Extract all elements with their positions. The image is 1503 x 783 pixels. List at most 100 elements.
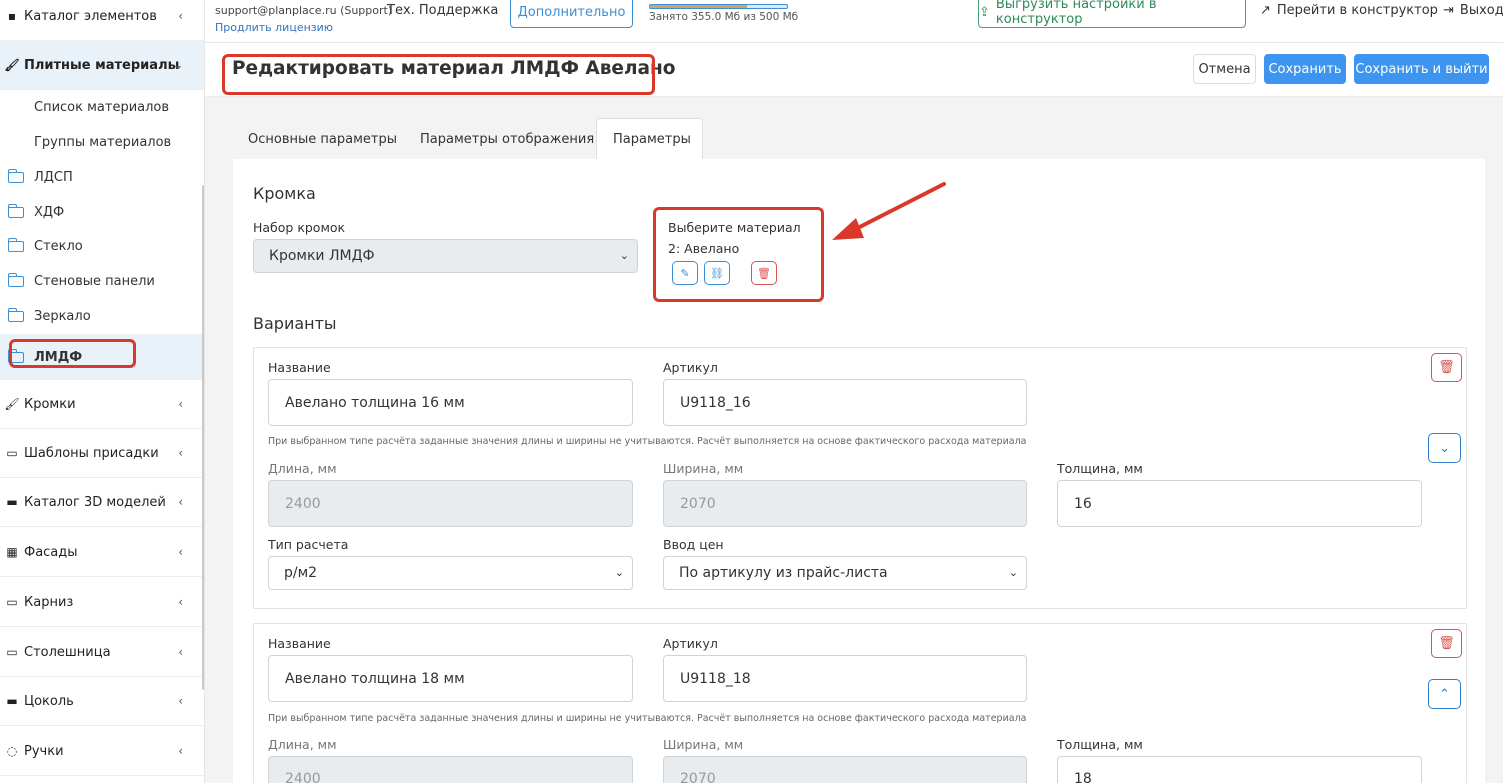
folder-icon [8,272,24,287]
variant-thickness-label: Толщина, мм [1057,737,1143,752]
delete-variant-button[interactable]: 🗑 [1431,353,1462,382]
tab-display-params[interactable]: Параметры отображения [404,118,610,160]
chevron-left-icon: ‹ [178,694,183,708]
variant-width-label: Ширина, мм [663,737,744,752]
variant-price-input-select[interactable]: По артикулу из прайс-листа ⌄ [663,556,1027,590]
variant-calc-type-select[interactable]: р/м2 ⌄ [268,556,633,590]
sidebar-item-material-groups[interactable]: Группы материалов [0,125,204,159]
sidebar-item-plate-materials[interactable]: 🖌 Плитные материалы ⌄ [0,41,204,90]
variant-length-input[interactable]: 2400 [268,756,633,783]
building-icon: ▦ [6,545,18,559]
sidebar-item-cornice[interactable]: ▭ Карниз ‹ [0,578,204,627]
variant-thickness-input[interactable]: 16 [1057,480,1422,527]
logout-link[interactable]: ⇥ Выход [1443,3,1503,18]
delete-variant-button[interactable]: 🗑 [1431,629,1462,658]
logout-icon: ⇥ [1443,3,1454,18]
cancel-button[interactable]: Отмена [1193,54,1256,84]
sidebar-item-plinth[interactable]: ▬ Цоколь ‹ [0,677,204,726]
chevron-left-icon: ‹ [178,744,183,758]
handle-icon: ◌ [6,744,18,758]
move-down-button[interactable]: ⌄ [1428,433,1461,463]
goto-constructor-link[interactable]: ↗ Перейти в конструктор [1260,3,1438,18]
upload-settings-button[interactable]: ⇪ Выгрузить настройки в конструктор [978,0,1246,28]
chevron-left-icon: ‹ [178,595,183,609]
variant-length-input[interactable]: 2400 [268,480,633,527]
tab-params[interactable]: Параметры [596,118,703,160]
sidebar-folder-wall-panels[interactable]: Стеновые панели [0,264,204,298]
brush-icon: 🖌 [4,58,20,72]
variant-calc-type-label: Тип расчета [268,537,349,552]
move-up-button[interactable]: ⌃ [1428,679,1461,709]
tab-main-params[interactable]: Основные параметры [232,118,413,160]
sidebar-item-facades[interactable]: ▦ Фасады ‹ [0,528,204,577]
chevron-left-icon: ‹ [178,9,183,23]
chevron-left-icon: ‹ [178,545,183,559]
sidebar-item-edges[interactable]: 🖌 Кромки ‹ [0,380,204,429]
sidebar-item-countertop[interactable]: ▭ Столешница ‹ [0,628,204,677]
annotation-box-title [222,54,655,95]
additional-button[interactable]: Дополнительно [510,0,633,28]
sidebar-item-drill-templates[interactable]: ▭ Шаблоны присадки ‹ [0,429,204,478]
sidebar-folder-ldsp[interactable]: ЛДСП [0,160,204,194]
sidebar-item-3d-catalog[interactable]: ▬ Каталог 3D моделей ‹ [0,478,204,527]
edge-set-label: Набор кромок [253,220,346,235]
sidebar-item-handles[interactable]: ◌ Ручки ‹ [0,727,204,776]
variants-section-title: Варианты [253,314,337,333]
variant-calc-hint: При выбранном типе расчёта заданные знач… [268,713,1027,724]
variant-length-label: Длина, мм [268,461,337,476]
sidebar-item-materials-list[interactable]: Список материалов [0,90,204,124]
variant-width-input[interactable]: 2070 [663,480,1027,527]
brush-icon: 🖌 [4,397,20,411]
chevron-left-icon: ‹ [178,397,183,411]
sidebar-folder-hdf[interactable]: ХДФ [0,195,204,229]
variant-thickness-input[interactable]: 18 [1057,756,1422,783]
save-exit-button[interactable]: Сохранить и выйти [1354,54,1489,84]
catalog-icon: ▪ [7,9,17,23]
variant-article-label: Артикул [663,636,718,651]
sidebar-folder-mirror[interactable]: Зеркало [0,299,204,333]
annotation-arrow [832,182,946,240]
variant-length-label: Длина, мм [268,737,337,752]
variant-article-input[interactable]: U9118_18 [663,655,1027,702]
variant-width-label: Ширина, мм [663,461,744,476]
variant-article-input[interactable]: U9118_16 [663,379,1027,426]
save-button[interactable]: Сохранить [1264,54,1346,84]
trash-icon: 🗑 [1438,360,1455,375]
sidebar-item-catalog[interactable]: ▪ Каталог элементов ‹ [0,0,204,41]
annotation-box-material [653,207,824,302]
storage-text: Занято 355.0 Мб из 500 Мб [649,11,799,23]
external-link-icon: ↗ [1260,3,1271,18]
trash-icon: 🗑 [1438,636,1455,651]
support-link[interactable]: Тех. Поддержка [387,3,498,18]
storage-progress-bar [649,4,788,9]
window-icon: ▭ [6,595,18,609]
folder-icon [8,237,24,252]
variant-price-input-label: Ввод цен [663,537,724,552]
minus-icon: ▬ [6,694,18,708]
renew-license-link[interactable]: Продлить лицензию [215,21,333,34]
upload-icon: ⇪ [979,4,990,20]
chevron-down-icon: ⌄ [619,249,629,262]
chevron-left-icon: ‹ [178,446,183,460]
edge-set-select[interactable]: Кромки ЛМДФ ⌄ [253,239,638,273]
annotation-box-lmdf [9,339,136,368]
minus-icon: ▬ [6,495,18,509]
chevron-down-icon: ⌄ [172,58,183,72]
chevron-left-icon: ‹ [178,495,183,509]
folder-icon [8,168,24,183]
edge-section-title: Кромка [253,184,316,203]
top-bar: support@planplace.ru (Support) Продлить … [205,0,1503,43]
folder-icon [8,203,24,218]
user-email: support@planplace.ru (Support) [215,4,393,17]
sidebar-folder-glass[interactable]: Стекло [0,229,204,263]
chevron-left-icon: ‹ [178,645,183,659]
variant-article-label: Артикул [663,360,718,375]
variant-name-input[interactable]: Авелано толщина 16 мм [268,379,633,426]
variant-width-input[interactable]: 2070 [663,756,1027,783]
variant-calc-hint: При выбранном типе расчёта заданные знач… [268,436,1027,447]
variant-name-input[interactable]: Авелано толщина 18 мм [268,655,633,702]
chevron-up-icon: ⌃ [1439,686,1450,702]
folder-icon [8,307,24,322]
storage-progress-fill [650,5,748,8]
variant-thickness-label: Толщина, мм [1057,461,1143,476]
